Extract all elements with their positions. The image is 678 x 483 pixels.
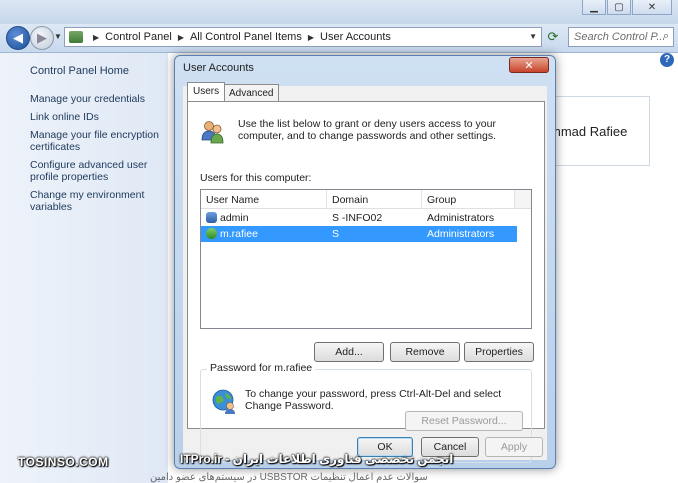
search-input[interactable]: Search Control P... ⌕: [568, 27, 674, 47]
task-list: Manage your credentials Link online IDs …: [30, 93, 164, 219]
breadcrumb-chevron-icon[interactable]: ▶: [178, 33, 184, 42]
address-bar[interactable]: ▶ Control Panel ▶ All Control Panel Item…: [64, 27, 542, 47]
navigation-bar: ◀ ▶ ▼ ▶ Control Panel ▶ All Control Pane…: [0, 24, 678, 53]
back-arrow-icon[interactable]: ◀: [6, 26, 30, 50]
close-icon[interactable]: ✕: [632, 0, 672, 15]
dialog-title: User Accounts: [183, 62, 254, 74]
window-titlebar: ▁ ▢ ✕: [0, 0, 678, 24]
user-group: Administrators: [427, 228, 495, 240]
search-icon[interactable]: ⌕: [663, 30, 669, 43]
recent-pages-chevron-icon[interactable]: ▼: [54, 32, 62, 41]
task-link-environment-variables[interactable]: Change my environment variables: [30, 189, 164, 213]
close-icon[interactable]: ✕: [509, 57, 549, 73]
control-panel-home-link[interactable]: Control Panel Home: [30, 65, 129, 77]
task-pane: Control Panel Home Manage your credentia…: [0, 53, 168, 483]
users-list[interactable]: User Name Domain Group admin S -INFO02 A…: [200, 189, 532, 329]
dialog-body: Users Advanced Use the list below to gra…: [183, 82, 547, 463]
column-header-domain[interactable]: Domain: [327, 190, 422, 208]
address-dropdown-icon[interactable]: ▼: [529, 32, 537, 41]
maximize-icon[interactable]: ▢: [607, 0, 631, 15]
user-domain: S -INFO02: [332, 212, 383, 224]
watermark-itpro: ITPro.ir - انجمن تخصصی فناوری اطلاعات ای…: [180, 452, 454, 466]
breadcrumb-chevron-icon[interactable]: ▶: [308, 33, 314, 42]
refresh-icon[interactable]: ⟳: [544, 28, 562, 46]
user-domain: S: [332, 228, 340, 240]
users-group-icon: [201, 121, 224, 144]
column-header-group[interactable]: Group: [422, 190, 517, 208]
user-icon: [206, 228, 217, 239]
breadcrumb-control-panel[interactable]: Control Panel: [105, 31, 172, 43]
task-link-file-encryption[interactable]: Manage your file encryption certificates: [30, 129, 164, 153]
help-icon[interactable]: ?: [660, 53, 674, 67]
account-name: mmad Rafiee: [550, 124, 628, 139]
user-group: Administrators: [427, 212, 495, 224]
search-placeholder: Search Control P...: [574, 31, 666, 43]
password-group-label: Password for m.rafiee: [207, 362, 316, 374]
forward-arrow-icon[interactable]: ▶: [30, 26, 54, 50]
tab-advanced[interactable]: Advanced: [223, 84, 280, 101]
intro-text: Use the list below to grant or deny user…: [238, 118, 496, 142]
breadcrumb-all-items[interactable]: All Control Panel Items: [190, 31, 302, 43]
properties-button[interactable]: Properties: [464, 342, 534, 362]
header-spacer: [514, 190, 531, 208]
user-name: m.rafiee: [220, 228, 258, 240]
table-row[interactable]: admin S -INFO02 Administrators: [201, 210, 517, 226]
remove-user-button[interactable]: Remove: [390, 342, 460, 362]
user-globe-icon: [212, 389, 235, 414]
users-list-label: Users for this computer:: [200, 172, 312, 184]
minimize-icon[interactable]: ▁: [582, 0, 606, 15]
password-instructions: To change your password, press Ctrl-Alt-…: [245, 388, 502, 412]
users-list-header: User Name Domain Group: [201, 190, 531, 209]
reset-password-button[interactable]: Reset Password...: [405, 411, 523, 431]
watermark-caption: سوالات عدم اعمال تنظیمات USBSTOR در سیست…: [150, 472, 428, 483]
task-link-manage-credentials[interactable]: Manage your credentials: [30, 93, 164, 105]
user-icon: [206, 212, 217, 223]
user-name: admin: [220, 212, 249, 224]
breadcrumb-user-accounts[interactable]: User Accounts: [320, 31, 391, 43]
user-accounts-dialog: User Accounts ✕ Users Advanced Use the l…: [174, 55, 556, 469]
breadcrumb-chevron-icon[interactable]: ▶: [93, 33, 99, 42]
task-link-profile-properties[interactable]: Configure advanced user profile properti…: [30, 159, 164, 183]
watermark-tosinso: TOSINSO.COM: [18, 455, 109, 469]
tab-users[interactable]: Users: [187, 82, 226, 101]
apply-button[interactable]: Apply: [485, 437, 543, 457]
column-header-user-name[interactable]: User Name: [201, 190, 327, 208]
task-link-online-ids[interactable]: Link online IDs: [30, 111, 164, 123]
table-row-selected[interactable]: m.rafiee S Administrators: [201, 226, 517, 242]
users-tab-panel: Use the list below to grant or deny user…: [187, 101, 545, 463]
caption-buttons: ▁ ▢ ✕: [581, 0, 672, 15]
control-panel-icon: [69, 31, 83, 43]
add-user-button[interactable]: Add...: [314, 342, 384, 362]
